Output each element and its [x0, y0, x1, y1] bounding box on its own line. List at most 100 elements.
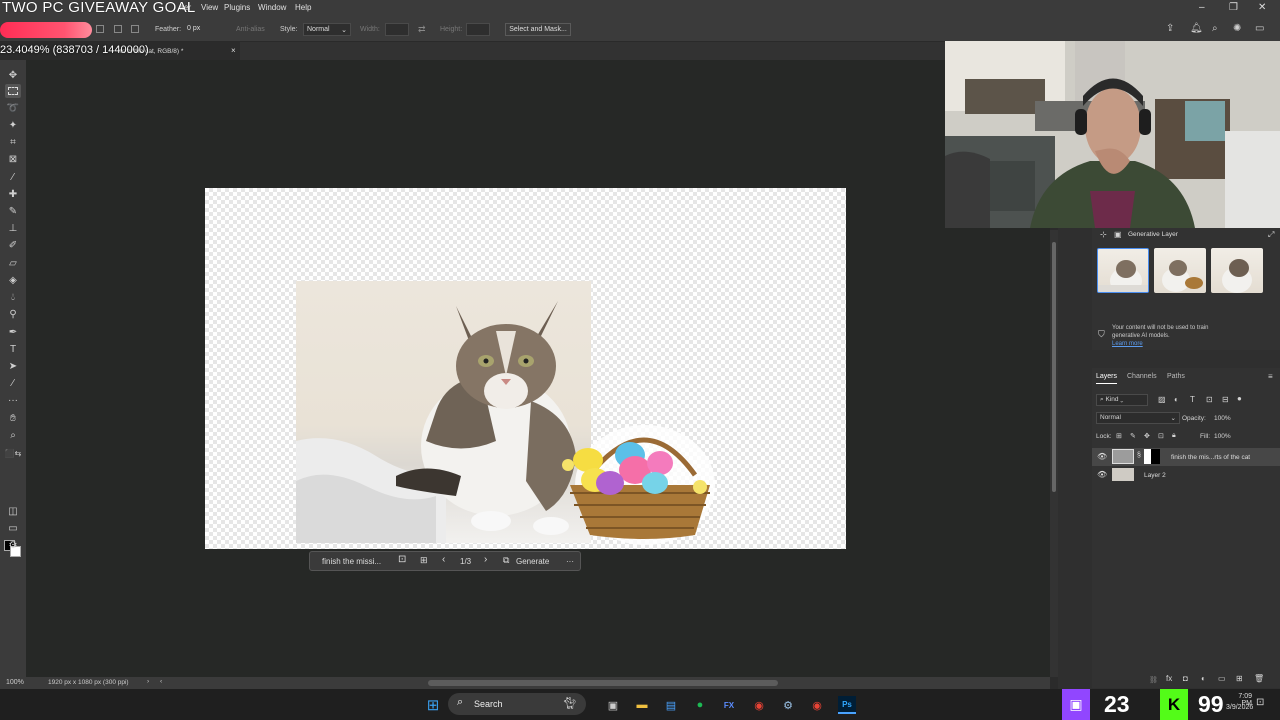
photoshop-icon[interactable]: Ps — [838, 696, 856, 714]
select-and-mask-button[interactable]: Select and Mask... — [505, 23, 571, 36]
tab-paths[interactable]: Paths — [1167, 373, 1185, 380]
scroll-left-icon[interactable]: ‹ — [160, 678, 162, 685]
layer-row-layer2[interactable]: 👁︎ Layer 2 — [1092, 466, 1280, 484]
pen-tool-icon[interactable]: ✒ — [5, 325, 21, 339]
filter-shape-icon[interactable]: ⊡ — [1206, 395, 1213, 404]
filter-pixel-icon[interactable]: ▨ — [1158, 395, 1166, 404]
adjustment-layer-icon[interactable]: ◐ — [1201, 674, 1206, 683]
search-icon[interactable]: ⌕ — [1212, 23, 1218, 34]
marquee-tool-icon[interactable] — [5, 84, 21, 98]
subtract-selection-icon[interactable] — [131, 25, 139, 33]
feather-input[interactable]: 0 px — [184, 23, 228, 36]
tab-layers[interactable]: Layers — [1096, 373, 1118, 384]
close-icon[interactable]: ✕ — [1258, 2, 1266, 13]
more-options-icon[interactable]: ··· — [566, 557, 574, 566]
maximize-icon[interactable]: ❐ — [1229, 2, 1238, 13]
frame-tool-icon[interactable]: ⊠ — [5, 152, 21, 166]
hudfx-icon[interactable]: FX — [720, 696, 738, 714]
swap-icon[interactable]: ⇄ — [418, 24, 426, 35]
lock-pixels-icon[interactable]: ✎ — [1130, 432, 1136, 440]
bell-icon[interactable]: 🔔︎ — [1190, 23, 1203, 34]
add-selection-icon[interactable] — [114, 25, 122, 33]
eye-icon[interactable]: 👁︎ — [1097, 452, 1107, 461]
dodge-tool-icon[interactable]: ⚲ — [5, 307, 21, 321]
more-tools-icon[interactable]: ··· — [5, 393, 21, 407]
minimize-icon[interactable]: – — [1199, 2, 1205, 13]
new-layer-icon[interactable]: ⊞ — [1236, 674, 1243, 683]
trash-icon[interactable]: 🗑︎ — [1254, 674, 1264, 683]
path-selection-tool-icon[interactable]: ➤ — [5, 359, 21, 373]
rectangle-tool-icon[interactable]: ∕ — [5, 376, 21, 390]
move-tool-icon[interactable]: ✥ — [5, 68, 21, 82]
taskbar-search[interactable]: ⌕ Search 🐈︎ — [448, 693, 586, 715]
menu-view[interactable]: View — [201, 3, 218, 12]
learn-more-link[interactable]: Learn more — [1112, 341, 1143, 347]
next-variation-icon[interactable]: › — [484, 554, 487, 565]
paint-bucket-tool-icon[interactable]: ◈ — [5, 273, 21, 287]
fx-icon[interactable]: fx — [1166, 674, 1172, 683]
vertical-scroll-thumb[interactable] — [1052, 242, 1056, 492]
discover-icon[interactable]: ✺ — [1233, 23, 1241, 34]
tab-channels[interactable]: Channels — [1127, 373, 1157, 380]
history-brush-tool-icon[interactable]: ✐ — [5, 238, 21, 252]
crop-tool-icon[interactable]: ⌗ — [5, 135, 21, 149]
fill-value[interactable]: 100% — [1214, 433, 1231, 440]
blend-mode-select[interactable]: Normal ⌄ — [1096, 412, 1180, 424]
healing-brush-tool-icon[interactable]: ✚ — [5, 187, 21, 201]
quick-mask-icon[interactable]: ◫ — [5, 504, 21, 518]
variation-thumbnail-1[interactable] — [1097, 248, 1149, 293]
kind-filter-select[interactable]: ⌕ Kind ⌄ — [1096, 394, 1148, 406]
default-colors-icon[interactable]: ⬛⇆ — [5, 446, 22, 460]
task-view-icon[interactable]: ▣ — [604, 696, 622, 714]
notification-icon[interactable]: ⊡ — [1256, 697, 1264, 708]
lock-position-icon[interactable]: ✥ — [1144, 432, 1150, 440]
eyedropper-tool-icon[interactable]: ⁄ — [5, 170, 21, 184]
generate-button[interactable]: Generate — [516, 557, 549, 566]
chrome-icon[interactable]: ◉ — [750, 696, 768, 714]
lock-artboard-icon[interactable]: ⊡ — [1158, 432, 1164, 440]
brush-tool-icon[interactable]: ✎ — [5, 204, 21, 218]
windows-start-icon[interactable]: ⊞ — [424, 696, 442, 714]
filter-adjustment-icon[interactable]: ◐ — [1174, 395, 1179, 404]
horizontal-scrollbar[interactable] — [428, 680, 778, 686]
prompt-text[interactable]: finish the missi... — [322, 557, 381, 566]
eraser-tool-icon[interactable]: ▱ — [5, 256, 21, 270]
opacity-value[interactable]: 100% — [1214, 415, 1231, 422]
workspace-icon[interactable]: ▭ — [1255, 23, 1264, 34]
menu-help[interactable]: Help — [295, 3, 311, 12]
chrome-profile-icon[interactable]: ◉ — [808, 696, 826, 714]
reference-image-icon[interactable]: ⊞ — [420, 555, 428, 566]
vertical-scrollbar[interactable] — [1050, 230, 1058, 677]
panel-expand-icon[interactable]: ⤢ — [1268, 230, 1274, 240]
hand-tool-icon[interactable]: ✋︎ — [5, 411, 21, 425]
lock-transparency-icon[interactable]: ⊞ — [1116, 432, 1122, 440]
screen-mode-icon[interactable]: ▭ — [5, 521, 21, 535]
magic-wand-tool-icon[interactable]: ✦ — [5, 118, 21, 132]
style-select[interactable]: Normal ⌄ — [303, 23, 351, 36]
steam-icon[interactable]: ⚙ — [779, 696, 797, 714]
lasso-tool-icon[interactable]: ➰ — [5, 101, 21, 115]
layer-mask-thumbnail[interactable] — [1144, 449, 1160, 464]
width-input[interactable] — [385, 23, 409, 36]
share-icon[interactable]: ⇪ — [1166, 23, 1174, 34]
filter-smart-object-icon[interactable]: ⊟ — [1222, 395, 1229, 404]
panel-menu-icon[interactable]: ≡ — [1268, 372, 1273, 381]
zoom-tool-icon[interactable]: ⌕ — [5, 428, 21, 442]
variation-thumbnail-2[interactable] — [1154, 248, 1206, 293]
anti-alias-checkbox[interactable]: Anti-alias — [236, 26, 265, 33]
notepad-icon[interactable]: ▤ — [662, 696, 680, 714]
previous-variation-icon[interactable]: ‹ — [442, 554, 445, 565]
type-tool-icon[interactable]: T — [5, 342, 21, 356]
layer-row-generative[interactable]: 👁︎ § finish the mis...rts of the cat — [1092, 448, 1280, 466]
filter-toggle-icon[interactable]: ● — [1237, 394, 1242, 403]
eye-icon[interactable]: 👁︎ — [1097, 470, 1107, 479]
clone-stamp-tool-icon[interactable]: ⊥ — [5, 221, 21, 235]
spotify-icon[interactable]: ● — [691, 696, 709, 714]
menu-window[interactable]: Window — [258, 3, 286, 12]
blur-tool-icon[interactable]: 💧︎ — [5, 290, 21, 304]
height-input[interactable] — [466, 23, 490, 36]
variation-thumbnail-3[interactable] — [1211, 248, 1263, 293]
tab-close-icon[interactable]: × — [231, 46, 236, 55]
contextual-bar-icon[interactable]: ⚙ — [5, 538, 21, 552]
new-selection-icon[interactable] — [96, 25, 104, 33]
